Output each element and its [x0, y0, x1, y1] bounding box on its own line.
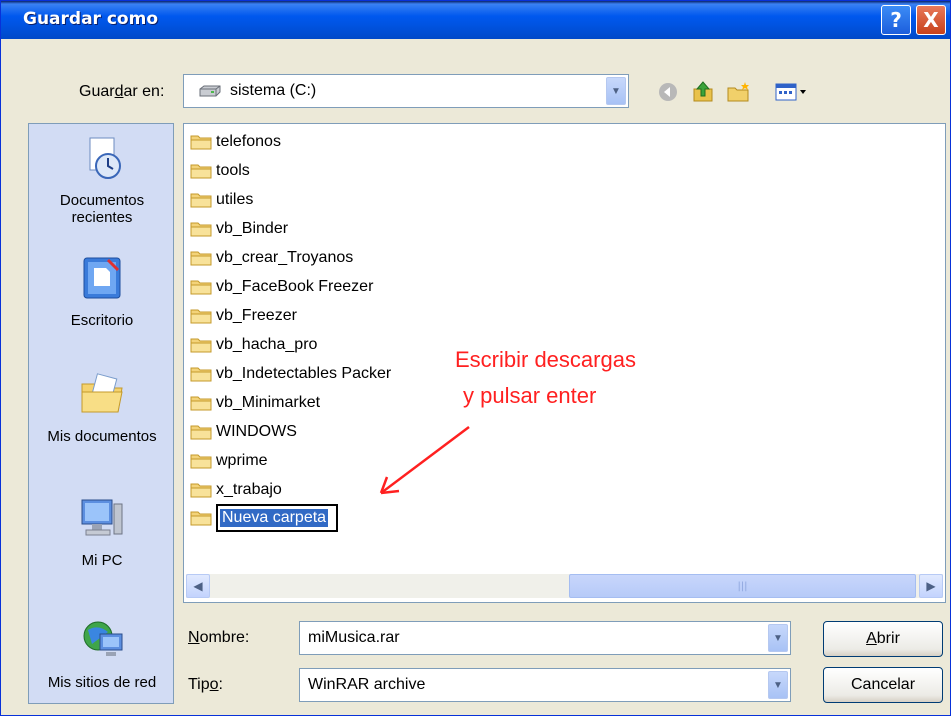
help-button[interactable]: ?	[881, 5, 911, 35]
chevron-down-icon[interactable]: ▼	[768, 671, 788, 699]
list-item[interactable]: wprime	[190, 447, 268, 474]
folder-icon	[190, 251, 212, 265]
folder-icon	[190, 367, 212, 381]
scrollbar-thumb[interactable]: |||	[569, 574, 916, 598]
open-button[interactable]: Abrir	[823, 621, 943, 657]
list-item[interactable]: vb_Freezer	[190, 302, 297, 329]
desktop-icon	[83, 257, 121, 299]
place-desktop[interactable]: Escritorio	[29, 254, 175, 329]
back-button[interactable]	[655, 79, 681, 105]
new-folder-item[interactable]: Nueva carpeta	[190, 503, 339, 532]
place-label-2: recientes	[71, 209, 133, 226]
folder-icon	[190, 280, 212, 294]
list-item[interactable]: vb_Binder	[190, 215, 288, 242]
place-label: Documentos	[59, 192, 145, 209]
hard-drive-icon	[199, 85, 221, 97]
filename-value: miMusica.rar	[308, 629, 400, 646]
folder-icon	[190, 309, 212, 323]
horizontal-scrollbar[interactable]: ◀ ||| ▶	[186, 574, 943, 598]
rename-text: Nueva carpeta	[220, 508, 329, 527]
up-folder-button[interactable]	[690, 79, 716, 105]
file-name: wprime	[216, 451, 268, 469]
new-folder-icon	[727, 82, 749, 102]
file-name: utiles	[216, 190, 254, 208]
file-name: WINDOWS	[216, 422, 297, 440]
folder-icon	[190, 193, 212, 207]
filetype-label: Tipo:	[188, 676, 223, 693]
save-in-combo[interactable]: sistema (C:) ▼	[183, 74, 629, 108]
save-in-label: Guardar en:	[79, 83, 165, 100]
recent-documents-icon	[89, 137, 121, 179]
folder-icon	[190, 135, 212, 149]
cancel-button[interactable]: Cancelar	[823, 667, 943, 703]
list-item[interactable]: x_trabajo	[190, 476, 282, 503]
dialog-title: Guardar como	[23, 9, 159, 29]
place-label: Escritorio	[70, 312, 134, 329]
my-computer-icon	[81, 499, 123, 536]
file-name: vb_hacha_pro	[216, 335, 318, 353]
file-name: vb_crear_Troyanos	[216, 248, 354, 266]
list-item[interactable]: vb_Minimarket	[190, 389, 320, 416]
file-name: telefonos	[216, 132, 281, 150]
file-name: x_trabajo	[216, 480, 282, 498]
back-arrow-icon	[659, 83, 677, 101]
close-button[interactable]: X	[916, 5, 946, 35]
filename-label: Nombre:	[188, 629, 250, 646]
my-documents-icon	[81, 373, 123, 413]
place-my-documents[interactable]: Mis documentos	[29, 370, 175, 445]
filename-field[interactable]: miMusica.rar ▼	[299, 621, 791, 655]
chevron-down-icon[interactable]: ▼	[606, 77, 626, 105]
folder-icon	[190, 396, 212, 410]
list-item[interactable]: vb_Indetectables Packer	[190, 360, 391, 387]
file-name: vb_Minimarket	[216, 393, 321, 411]
folder-icon	[190, 511, 212, 525]
filetype-value: WinRAR archive	[308, 676, 426, 693]
save-in-value: sistema (C:)	[230, 82, 317, 99]
place-label: Mi PC	[81, 552, 123, 569]
list-item[interactable]: vb_FaceBook Freezer	[190, 273, 373, 300]
folder-icon	[190, 454, 212, 468]
folder-icon	[190, 338, 212, 352]
file-name: vb_FaceBook Freezer	[216, 277, 374, 295]
annotation-line-2: y pulsar enter	[463, 383, 597, 408]
list-item[interactable]: utiles	[190, 186, 253, 213]
place-network[interactable]: Mis sitios de red	[29, 616, 175, 691]
new-folder-button[interactable]	[726, 79, 752, 105]
scroll-left-button[interactable]: ◀	[186, 574, 210, 598]
place-my-computer[interactable]: Mi PC	[29, 494, 175, 569]
list-item[interactable]: vb_crear_Troyanos	[190, 244, 353, 271]
list-item[interactable]: tools	[190, 157, 250, 184]
network-places-icon	[83, 621, 123, 656]
save-as-dialog: Guardar como ? X Guardar en: sistema (C:…	[0, 0, 951, 716]
list-item[interactable]: telefonos	[190, 128, 281, 155]
view-menu-button[interactable]	[772, 79, 812, 105]
annotation-line-1: Escribir descargas	[455, 347, 636, 372]
title-bar[interactable]: Guardar como ? X	[1, 1, 950, 39]
view-menu-icon	[775, 83, 806, 101]
filetype-combo[interactable]: WinRAR archive ▼	[299, 668, 791, 702]
rename-input[interactable]: Nueva carpeta	[216, 503, 339, 532]
list-item[interactable]: vb_hacha_pro	[190, 331, 317, 358]
place-label: Mis documentos	[47, 428, 157, 445]
file-name: tools	[216, 161, 250, 179]
folder-icon	[190, 483, 212, 497]
file-name: vb_Freezer	[216, 306, 297, 324]
annotation-arrow	[379, 426, 470, 495]
up-folder-icon	[693, 81, 713, 102]
list-item[interactable]: WINDOWS	[190, 418, 297, 445]
folder-icon	[190, 222, 212, 236]
place-label: Mis sitios de red	[47, 674, 157, 691]
places-bar: Documentos recientes Escritorio Mis docu…	[28, 123, 174, 704]
file-name: vb_Binder	[216, 219, 289, 237]
folder-icon	[190, 425, 212, 439]
file-name: vb_Indetectables Packer	[216, 364, 392, 382]
place-recent-documents[interactable]: Documentos recientes	[29, 134, 175, 226]
folder-icon	[190, 164, 212, 178]
scroll-right-button[interactable]: ▶	[919, 574, 943, 598]
chevron-down-icon[interactable]: ▼	[768, 624, 788, 652]
